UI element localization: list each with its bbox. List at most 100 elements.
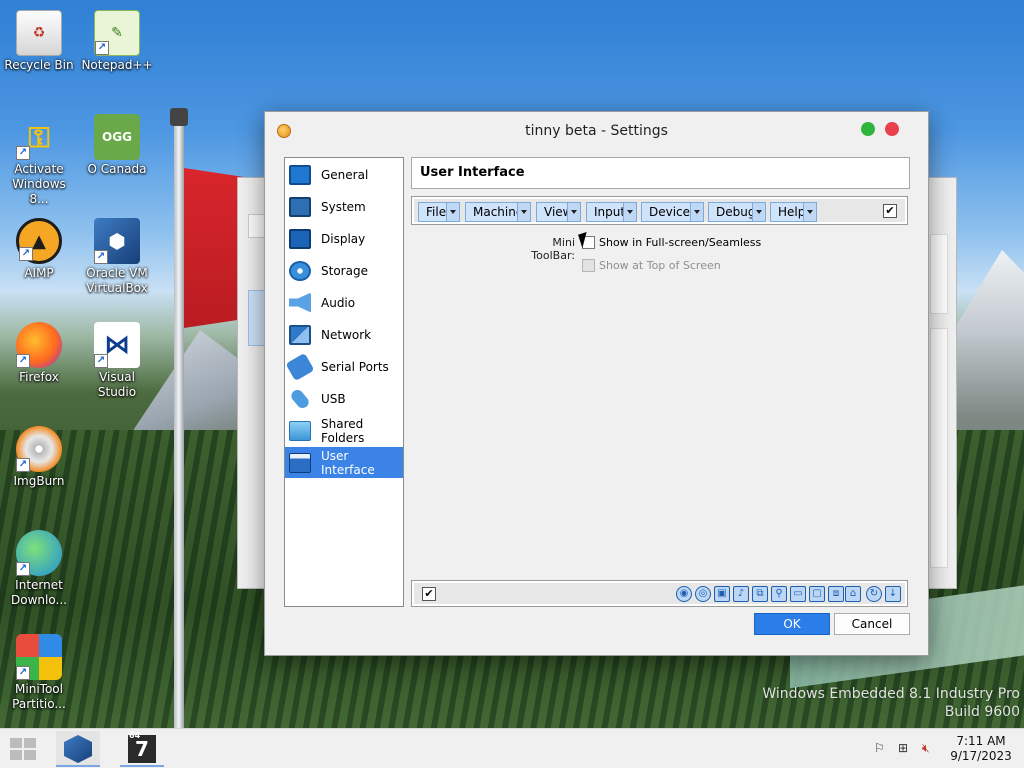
desktop-icon-visual-studio[interactable]: ⋈ ↗ Visual Studio bbox=[79, 322, 155, 400]
floppy-icon[interactable]: ▣ bbox=[714, 586, 730, 602]
nav-item-storage[interactable]: Storage bbox=[285, 255, 403, 286]
status-bar-enabled-checkbox[interactable]: ✔ bbox=[422, 587, 436, 601]
desktop-icon-o-canada[interactable]: OGG O Canada bbox=[79, 114, 155, 177]
desktop-icon-label: Recycle Bin bbox=[4, 58, 74, 72]
nav-item-serial-ports[interactable]: Serial Ports bbox=[285, 351, 403, 382]
menu-machine-button[interactable]: Machine bbox=[465, 202, 531, 222]
chevron-down-icon[interactable] bbox=[517, 203, 530, 221]
start-button[interactable] bbox=[10, 738, 36, 760]
desktop-icon-label: AIMP bbox=[24, 266, 54, 280]
taskbar-clock[interactable]: 7:11 AM 9/17/2023 bbox=[946, 734, 1016, 764]
chevron-down-icon[interactable] bbox=[690, 203, 703, 221]
window-title: tinny beta - Settings bbox=[525, 123, 668, 139]
chevron-down-icon[interactable] bbox=[446, 203, 459, 221]
cpu-icon[interactable]: ↻ bbox=[866, 586, 882, 602]
imgburn-icon: ↗ bbox=[16, 426, 62, 472]
nav-item-network[interactable]: Network bbox=[285, 319, 403, 350]
chevron-down-icon[interactable] bbox=[623, 203, 636, 221]
desktop-icon-label: Activate Windows 8... bbox=[12, 162, 66, 206]
mouse-integration-icon[interactable]: ⌂ bbox=[845, 586, 861, 602]
taskbar-virtualbox-button[interactable] bbox=[56, 731, 100, 767]
status-bar-editor[interactable]: ✔ ◉ ◎ ▣ ♪ ⧉ ⚲ ▭ ▢ ⧈ ⌂ ↻ ↓ bbox=[411, 580, 908, 607]
recording-icon[interactable]: ⧈ bbox=[828, 586, 844, 602]
virtualbox-icon bbox=[64, 735, 92, 763]
nav-item-usb[interactable]: USB bbox=[285, 383, 403, 414]
menu-view-button[interactable]: View bbox=[536, 202, 581, 222]
display-icon bbox=[289, 228, 311, 249]
audio-icon[interactable]: ♪ bbox=[733, 586, 749, 602]
close-button[interactable] bbox=[885, 122, 899, 136]
desktop-icon-internet-download[interactable]: ↗ Internet Downlo... bbox=[1, 530, 77, 608]
nav-item-general[interactable]: General bbox=[285, 159, 403, 190]
show-top-checkbox-row: Show at Top of Screen bbox=[582, 259, 721, 272]
serial-ports-icon bbox=[285, 352, 315, 381]
notepadpp-icon: ✎ ↗ bbox=[94, 10, 140, 56]
nav-item-label: Shared Folders bbox=[321, 416, 365, 445]
menu-devices-button[interactable]: Devices bbox=[641, 202, 704, 222]
nav-item-system[interactable]: System bbox=[285, 191, 403, 222]
network-icon[interactable]: ⧉ bbox=[752, 586, 768, 602]
nav-item-label: Display bbox=[321, 231, 366, 246]
nav-item-display[interactable]: Display bbox=[285, 223, 403, 254]
nav-item-shared-folders[interactable]: Shared Folders bbox=[285, 415, 403, 446]
shared-folders-icon[interactable]: ▭ bbox=[790, 586, 806, 602]
taskbar-7zip-button[interactable]: 7 64 bbox=[120, 731, 164, 767]
desktop-icon-recycle-bin[interactable]: ♻ Recycle Bin bbox=[1, 10, 77, 73]
system-icon bbox=[289, 196, 311, 217]
nav-item-audio[interactable]: Audio bbox=[285, 287, 403, 318]
nav-item-label: General bbox=[321, 167, 369, 182]
ok-button[interactable]: OK bbox=[754, 613, 830, 635]
desktop-icon-label: ImgBurn bbox=[13, 474, 65, 488]
keyboard-icon[interactable]: ↓ bbox=[885, 586, 901, 602]
recycle-bin-icon: ♻ bbox=[16, 10, 62, 56]
chevron-down-icon[interactable] bbox=[752, 203, 765, 221]
desktop-icon-notepadpp[interactable]: ✎ ↗ Notepad++ bbox=[79, 10, 155, 73]
internet-download-icon: ↗ bbox=[16, 530, 62, 576]
display-icon[interactable]: ▢ bbox=[809, 586, 825, 602]
action-center-flag-icon[interactable]: ⚐ bbox=[874, 741, 885, 755]
desktop-icon-activate-windows[interactable]: ⚿ ↗ Activate Windows 8... bbox=[1, 114, 77, 207]
nav-item-label: USB bbox=[321, 391, 346, 406]
title-bar[interactable]: tinny beta - Settings bbox=[265, 112, 928, 150]
network-tray-icon[interactable]: ⊞ bbox=[898, 741, 908, 755]
general-icon bbox=[289, 164, 311, 185]
usb-icon[interactable]: ⚲ bbox=[771, 586, 787, 602]
nav-item-user-interface[interactable]: User Interface bbox=[285, 447, 403, 478]
shortcut-arrow-icon: ↗ bbox=[94, 354, 108, 368]
watermark-edition: Windows Embedded 8.1 Industry Pro bbox=[762, 686, 1020, 702]
desktop-icon-minitool[interactable]: ↗ MiniTool Partitio... bbox=[1, 634, 77, 712]
show-fullscreen-label: Show in Full-screen/Seamless bbox=[599, 236, 762, 249]
virtualbox-icon: ⬢ ↗ bbox=[94, 218, 140, 264]
desktop-icon-label: Notepad++ bbox=[81, 58, 153, 72]
volume-muted-icon[interactable]: 🔇︎ bbox=[922, 741, 930, 756]
menu-input-button[interactable]: Input bbox=[586, 202, 637, 222]
optical-drive-icon[interactable]: ◎ bbox=[695, 586, 711, 602]
nav-item-label: User Interface bbox=[321, 448, 375, 477]
menu-file-button[interactable]: File bbox=[418, 202, 460, 222]
menu-bar-enabled-checkbox[interactable]: ✔ bbox=[883, 204, 897, 218]
desktop-icon-label: Visual Studio bbox=[97, 370, 137, 399]
minimize-button[interactable] bbox=[861, 122, 875, 136]
show-fullscreen-checkbox-row[interactable]: Show in Full-screen/Seamless bbox=[582, 236, 761, 249]
cancel-button[interactable]: Cancel bbox=[834, 613, 910, 635]
firefox-icon: ↗ bbox=[16, 322, 62, 368]
desktop-icon-imgburn[interactable]: ↗ ImgBurn bbox=[1, 426, 77, 489]
clock-date: 9/17/2023 bbox=[950, 749, 1012, 763]
desktop-icon-label: MiniTool Partitio... bbox=[12, 682, 66, 711]
ogg-file-icon: OGG bbox=[94, 114, 140, 160]
settings-dialog[interactable]: tinny beta - Settings General System Dis… bbox=[264, 111, 929, 656]
hard-disk-icon[interactable]: ◉ bbox=[676, 586, 692, 602]
network-icon bbox=[289, 324, 311, 345]
settings-category-list[interactable]: General System Display Storage Audio Net… bbox=[284, 157, 404, 607]
menu-bar-editor[interactable]: File Machine View Input Devices Debug He… bbox=[411, 196, 908, 225]
chevron-down-icon[interactable] bbox=[803, 203, 816, 221]
clock-time: 7:11 AM bbox=[956, 734, 1006, 748]
desktop-icon-virtualbox[interactable]: ⬢ ↗ Oracle VM VirtualBox bbox=[79, 218, 155, 296]
chevron-down-icon[interactable] bbox=[567, 203, 580, 221]
menu-debug-button[interactable]: Debug bbox=[708, 202, 766, 222]
desktop-icon-aimp[interactable]: ▲ ↗ AIMP bbox=[1, 218, 77, 281]
menu-help-button[interactable]: Help bbox=[770, 202, 817, 222]
desktop-icon-label: O Canada bbox=[87, 162, 147, 176]
desktop-icon-firefox[interactable]: ↗ Firefox bbox=[1, 322, 77, 385]
minitool-icon: ↗ bbox=[16, 634, 62, 680]
